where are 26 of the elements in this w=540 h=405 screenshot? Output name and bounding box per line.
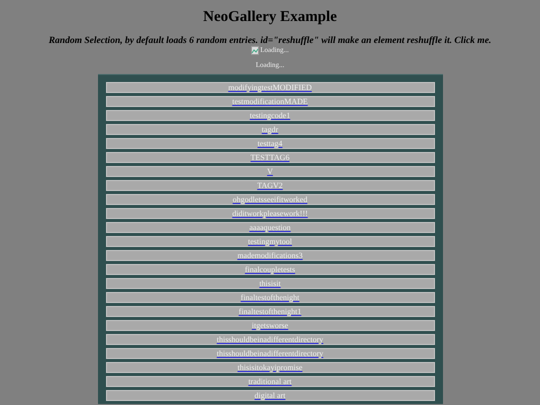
broken-image-icon [251, 46, 260, 55]
reshuffle-link[interactable]: Random Selection, by default loads 6 random entries. id="reshuffle" will make an element reshuffle it. Click me. [48, 36, 492, 46]
entry-link[interactable]: traditional art [248, 377, 292, 386]
entry-link[interactable]: finaltestofthenight1 [238, 307, 302, 316]
entry-link[interactable]: TAGV2 [257, 181, 283, 190]
entry-link[interactable]: ohgodletsseeifitworked [232, 195, 308, 204]
entry-link[interactable]: testingmytool [248, 237, 292, 246]
page-title: NeoGallery Example [203, 9, 337, 25]
entry-link[interactable]: finaltestofthenight [240, 293, 300, 302]
entry-link[interactable]: digital art [254, 391, 286, 400]
entry-link[interactable]: TESTTAG6 [250, 153, 290, 162]
entry-link[interactable]: thisshouldbeinadifferentdirectory [216, 335, 324, 344]
entry-link[interactable]: thisshouldbeinadifferentdirectory [216, 349, 324, 358]
entry-link[interactable]: mademodifications3 [237, 251, 303, 260]
entry-link[interactable]: thisisit [259, 279, 281, 288]
entry-link[interactable]: testmodificationMADE [232, 97, 308, 106]
entry-link[interactable]: diditworkpleasework!!! [232, 209, 308, 218]
entry-link[interactable]: finalcoupletests [244, 265, 296, 274]
entry-link[interactable]: testingcode1 [250, 111, 290, 120]
entry-link[interactable]: V [267, 167, 273, 176]
entry-link[interactable]: aaaaquestion [249, 223, 291, 232]
entry-link[interactable]: tagdr [262, 125, 278, 134]
entry-link[interactable]: modifyingtestMODIFIED [228, 83, 312, 92]
entry-link[interactable]: itgetsworse [252, 321, 288, 330]
entry-link[interactable]: testtag4 [258, 139, 282, 148]
entry-link[interactable]: thisisitokayipromise [238, 363, 302, 372]
